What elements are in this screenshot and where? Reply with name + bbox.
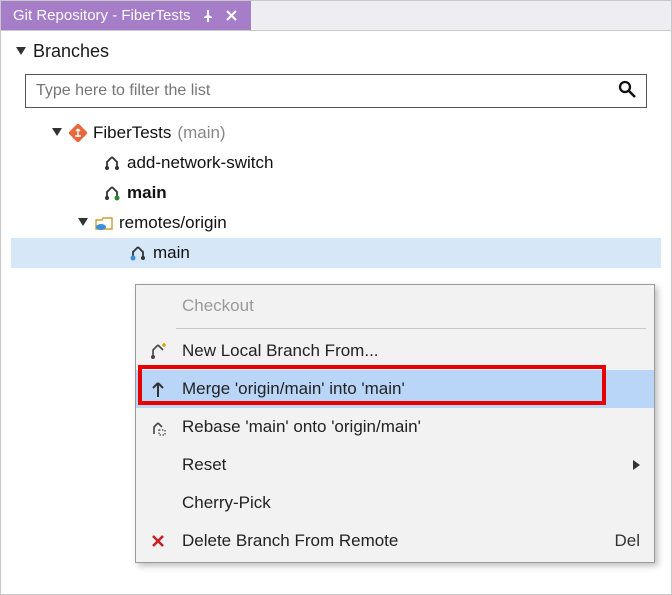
remote-branch-icon	[129, 244, 147, 262]
repo-name: FiberTests	[93, 123, 171, 143]
chevron-down-icon	[15, 48, 27, 56]
cloud-folder-icon	[95, 214, 113, 232]
section-title: Branches	[33, 41, 109, 62]
merge-icon	[144, 380, 172, 398]
branch-active-icon	[103, 184, 121, 202]
delete-icon	[144, 534, 172, 548]
branch-icon	[103, 154, 121, 172]
shortcut-label: Del	[614, 531, 640, 551]
current-branch-label: (main)	[177, 123, 225, 143]
chevron-right-icon	[633, 460, 640, 470]
git-repository-tab[interactable]: Git Repository - FiberTests	[1, 1, 251, 30]
context-menu: Checkout New Local Branch From... Merge …	[135, 284, 655, 563]
branches-section-header[interactable]: Branches	[1, 31, 671, 68]
menu-rebase[interactable]: Rebase 'main' onto 'origin/main'	[136, 408, 654, 446]
branch-row[interactable]: main	[11, 178, 661, 208]
rebase-icon	[144, 418, 172, 436]
chevron-down-icon	[51, 129, 63, 137]
menu-reset[interactable]: Reset	[136, 446, 654, 484]
tab-title: Git Repository - FiberTests	[13, 7, 191, 24]
pin-icon[interactable]	[201, 9, 215, 23]
search-icon[interactable]	[618, 80, 646, 103]
menu-cherry-pick[interactable]: Cherry-Pick	[136, 484, 654, 522]
branch-name: add-network-switch	[127, 153, 273, 173]
filter-box	[25, 74, 647, 108]
menu-merge[interactable]: Merge 'origin/main' into 'main'	[136, 370, 654, 408]
new-branch-icon	[144, 342, 172, 360]
git-repo-icon	[69, 124, 87, 142]
repo-root-row[interactable]: FiberTests (main)	[11, 118, 661, 148]
filter-row	[1, 68, 671, 118]
branch-row[interactable]: add-network-switch	[11, 148, 661, 178]
filter-input[interactable]	[26, 78, 618, 104]
menu-separator	[176, 328, 646, 329]
menu-checkout: Checkout	[136, 287, 654, 325]
remote-branch-name: main	[153, 243, 190, 263]
menu-new-local-branch[interactable]: New Local Branch From...	[136, 332, 654, 370]
window-tabbar: Git Repository - FiberTests	[1, 1, 671, 31]
chevron-down-icon	[77, 219, 89, 227]
remotes-folder-row[interactable]: remotes/origin	[11, 208, 661, 238]
close-icon[interactable]	[225, 9, 239, 23]
remotes-label: remotes/origin	[119, 213, 227, 233]
branch-name: main	[127, 183, 167, 203]
menu-delete-remote-branch[interactable]: Delete Branch From Remote Del	[136, 522, 654, 560]
remote-branch-row[interactable]: main	[11, 238, 661, 268]
branch-tree: FiberTests (main) add-network-switch mai…	[1, 118, 671, 268]
